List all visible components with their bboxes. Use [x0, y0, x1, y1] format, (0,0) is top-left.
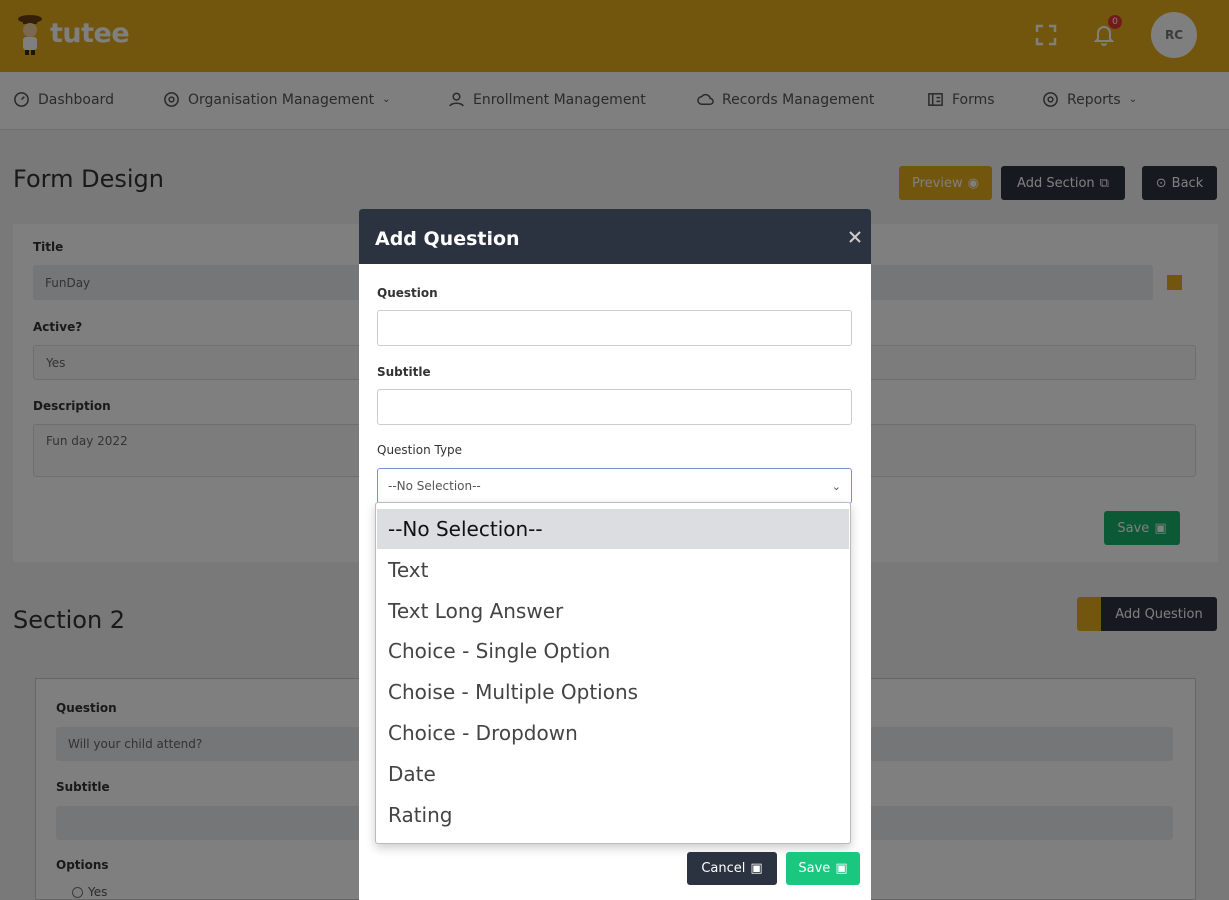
modal-subtitle-label: Subtitle [377, 365, 431, 379]
modal-subtitle-input[interactable] [377, 389, 852, 425]
dropdown-option[interactable]: Date [377, 754, 849, 794]
dropdown-option[interactable]: Rating [377, 795, 849, 835]
select-value: --No Selection-- [388, 479, 481, 493]
dropdown-option[interactable]: --No Selection-- [377, 509, 849, 549]
dropdown-option[interactable]: Choise - Multiple Options [377, 672, 849, 712]
dropdown-option[interactable]: Text [377, 550, 849, 590]
save-icon: ▣ [750, 861, 763, 876]
question-type-dropdown: --No Selection-- Text Text Long Answer C… [375, 502, 851, 844]
dropdown-option[interactable]: Choice - Single Option [377, 631, 849, 671]
modal-header: Add Question [359, 209, 871, 264]
dropdown-option[interactable]: Text Long Answer [377, 591, 849, 631]
modal-cancel-button[interactable]: Cancel ▣ [687, 852, 777, 885]
question-type-select[interactable]: --No Selection-- ⌄ [377, 468, 852, 504]
modal-title: Add Question [375, 228, 520, 250]
chevron-down-icon: ⌄ [831, 479, 841, 493]
add-question-modal: Add Question Question Subtitle Question … [359, 209, 871, 900]
modal-save-button[interactable]: Save ▣ [786, 852, 860, 885]
save-label: Save [798, 861, 831, 876]
modal-question-type-label: Question Type [377, 443, 463, 457]
save-icon: ▣ [835, 861, 848, 876]
dropdown-option[interactable]: Choice - Dropdown [377, 713, 849, 753]
modal-question-label: Question [377, 286, 438, 300]
modal-question-input[interactable] [377, 310, 852, 346]
close-icon[interactable] [849, 231, 861, 243]
cancel-label: Cancel [701, 861, 746, 876]
